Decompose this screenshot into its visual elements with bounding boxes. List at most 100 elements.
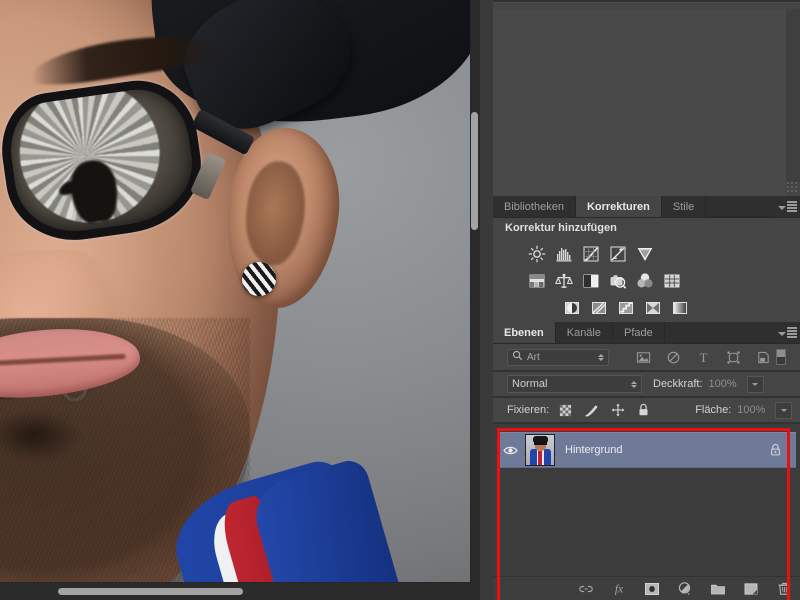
upper-panel-content: [493, 9, 786, 196]
document-horizontal-scrollbar[interactable]: [0, 582, 470, 600]
corrections-heading: Korrektur hinzufügen: [505, 222, 617, 234]
tab-pfade[interactable]: Pfade: [613, 322, 665, 343]
chevron-updown-icon: [598, 353, 604, 361]
fill-label: Fläche:: [695, 404, 732, 416]
delete-layer-icon[interactable]: [776, 581, 792, 597]
layer-visibility-toggle[interactable]: [497, 445, 523, 456]
layer-filter-row: Art T: [493, 344, 800, 370]
lock-icon-group: [558, 403, 651, 418]
shape-layer-filter-icon[interactable]: [725, 349, 741, 365]
document-image: [0, 0, 470, 582]
svg-text:T: T: [699, 350, 707, 365]
fill-value[interactable]: 100%: [737, 404, 773, 416]
lock-all-icon[interactable]: [636, 403, 651, 418]
lock-row: Fixieren: Fläche: 100%: [493, 398, 800, 422]
table-row[interactable]: Hintergrund: [497, 432, 796, 468]
vertical-scrollbar-thumb[interactable]: [471, 112, 478, 230]
adjustment-row-2: [493, 267, 800, 294]
upper-panel-scrollbar[interactable]: [786, 9, 800, 182]
svg-text:fx: fx: [615, 584, 624, 596]
exposure-icon[interactable]: [608, 244, 627, 263]
link-layers-icon[interactable]: [578, 581, 594, 597]
eye-icon: [502, 446, 518, 454]
corrections-panel-menu-button[interactable]: [774, 196, 800, 217]
blend-mode-row: Normal Deckkraft: 100%: [493, 372, 800, 396]
lock-image-icon[interactable]: [584, 403, 599, 418]
tab-kanaele[interactable]: Kanäle: [555, 322, 613, 343]
gradient-map-icon[interactable]: [670, 298, 689, 317]
new-layer-icon[interactable]: [743, 581, 759, 597]
image-glasses-temple: [190, 108, 256, 156]
black-white-icon[interactable]: [581, 271, 600, 290]
upper-panel-body: [493, 2, 800, 196]
scrollbar-corner: [470, 582, 480, 600]
layers-tabbar: Ebenen Kanäle Pfade: [493, 322, 800, 344]
chevron-updown-icon: [631, 380, 637, 388]
layer-thumbnail[interactable]: [525, 434, 555, 466]
layer-locked-icon[interactable]: [769, 443, 782, 462]
image-ear-plug: [242, 262, 276, 296]
panel-menu-icon: [777, 327, 797, 338]
search-icon: [512, 350, 523, 364]
layer-filter-icons: T: [635, 349, 771, 365]
corrections-panel-body: Korrektur hinzufügen: [493, 218, 800, 322]
lock-position-icon[interactable]: [610, 403, 625, 418]
photo-filter-icon[interactable]: [608, 271, 627, 290]
layers-tabbar-filler: [664, 322, 774, 343]
fill-slider-button[interactable]: [775, 401, 793, 419]
brightness-contrast-icon[interactable]: [527, 244, 546, 263]
tabbar-filler: [706, 196, 774, 217]
opacity-slider-button[interactable]: [746, 375, 764, 393]
adjustment-row-3: [493, 294, 800, 321]
pixel-layer-filter-icon[interactable]: [635, 349, 651, 365]
document-canvas-area[interactable]: [0, 0, 480, 600]
adjustment-layer-filter-icon[interactable]: [665, 349, 681, 365]
smart-object-filter-icon[interactable]: [755, 349, 771, 365]
new-fill-adjustment-icon[interactable]: [677, 581, 693, 597]
selective-color-icon[interactable]: [643, 298, 662, 317]
layers-panel-menu-button[interactable]: [774, 322, 800, 343]
tab-bibliotheken[interactable]: Bibliotheken: [493, 196, 576, 217]
lock-label: Fixieren:: [507, 404, 550, 416]
curves-icon[interactable]: [581, 244, 600, 263]
document-vertical-scrollbar[interactable]: [470, 0, 480, 582]
dock-divider: [480, 0, 493, 600]
image-lens-main: [0, 73, 210, 249]
adjustment-row-1: [493, 240, 800, 267]
tab-stile[interactable]: Stile: [661, 196, 707, 217]
adjustment-icon-grid: [493, 240, 800, 321]
tab-korrekturen[interactable]: Korrekturen: [575, 196, 662, 217]
layer-list[interactable]: Hintergrund: [493, 424, 800, 576]
layer-filter-type-label: Art: [527, 351, 540, 363]
type-layer-filter-icon[interactable]: T: [695, 349, 711, 365]
new-group-icon[interactable]: [710, 581, 726, 597]
hue-saturation-icon[interactable]: [527, 271, 546, 290]
color-balance-icon[interactable]: [554, 271, 573, 290]
channel-mixer-icon[interactable]: [635, 271, 654, 290]
layer-filter-type-select[interactable]: Art: [507, 348, 609, 366]
invert-icon[interactable]: [562, 298, 581, 317]
image-sunglasses: [0, 60, 260, 260]
layer-name[interactable]: Hintergrund: [565, 444, 622, 456]
blend-mode-value: Normal: [512, 378, 548, 390]
posterize-icon[interactable]: [589, 298, 608, 317]
opacity-label: Deckkraft:: [653, 378, 703, 390]
blend-mode-select[interactable]: Normal: [507, 375, 642, 393]
tab-ebenen[interactable]: Ebenen: [493, 322, 556, 343]
photoshop-window: Bibliotheken Korrekturen Stile Korrektur…: [0, 0, 800, 600]
layers-bottom-toolbar: fx: [493, 576, 800, 600]
corrections-tabbar: Bibliotheken Korrekturen Stile: [493, 196, 800, 218]
horizontal-scrollbar-thumb[interactable]: [58, 588, 243, 595]
layer-mask-icon[interactable]: [644, 581, 660, 597]
panel-menu-icon: [777, 201, 797, 212]
color-lookup-icon[interactable]: [662, 271, 681, 290]
vibrance-icon[interactable]: [635, 244, 654, 263]
right-panel-dock: Bibliotheken Korrekturen Stile Korrektur…: [480, 0, 800, 600]
resize-grip-icon[interactable]: [786, 181, 798, 193]
layer-filter-toggle[interactable]: [776, 349, 786, 365]
opacity-value[interactable]: 100%: [709, 378, 745, 390]
layer-style-fx-icon[interactable]: fx: [611, 581, 627, 597]
lock-transparency-icon[interactable]: [558, 403, 573, 418]
threshold-icon[interactable]: [616, 298, 635, 317]
levels-icon[interactable]: [554, 244, 573, 263]
